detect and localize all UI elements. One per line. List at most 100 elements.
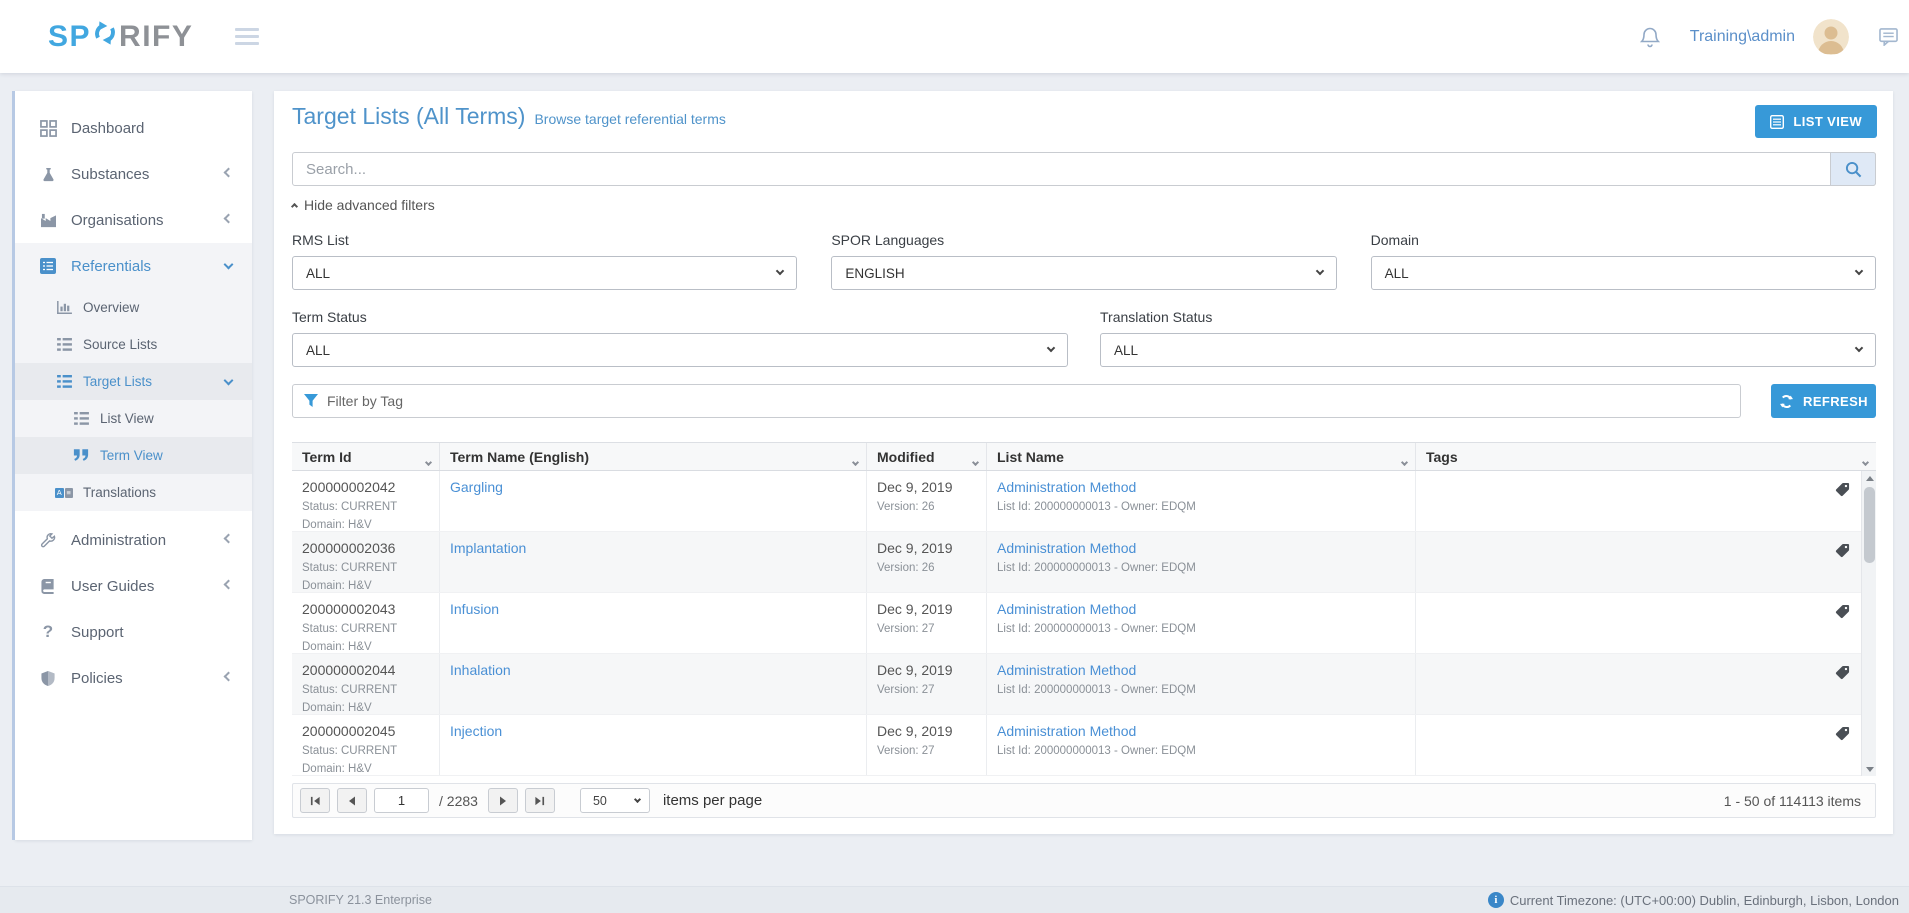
column-menu-icon[interactable] (1863, 452, 1868, 468)
dashboard-grid-icon (37, 120, 59, 137)
notifications-bell-icon[interactable] (1640, 26, 1660, 48)
scroll-up-icon[interactable] (1862, 471, 1877, 485)
term-name-link[interactable]: Implantation (450, 540, 526, 556)
hide-advanced-filters-toggle[interactable]: Hide advanced filters (292, 197, 435, 213)
timezone-label: Current Timezone: (UTC+00:00) Dublin, Ed… (1510, 893, 1899, 908)
filter-by-tag-input[interactable] (292, 384, 1741, 418)
sidebar-label: List View (100, 411, 154, 426)
table-row[interactable]: 200000002045Status: CURRENTDomain: H&V I… (292, 715, 1876, 776)
sidebar-item-term-view[interactable]: Term View (15, 437, 252, 474)
table-row[interactable]: 200000002042Status: CURRENTDomain: H&V G… (292, 471, 1876, 532)
sidebar-item-referentials[interactable]: Referentials (15, 243, 252, 289)
last-page-button[interactable] (525, 788, 555, 813)
spor-languages-select[interactable]: ENGLISH (831, 256, 1336, 290)
term-name-link[interactable]: Inhalation (450, 662, 511, 678)
term-name-link[interactable]: Injection (450, 723, 502, 739)
sidebar-label: Organisations (71, 212, 164, 229)
term-id: 200000002045 (302, 723, 431, 739)
column-menu-icon[interactable] (853, 452, 858, 468)
table-scrollbar[interactable] (1861, 471, 1876, 776)
table-row[interactable]: 200000002044Status: CURRENTDomain: H&V I… (292, 654, 1876, 715)
avatar[interactable] (1813, 19, 1849, 55)
flask-icon (37, 167, 59, 182)
feedback-chat-icon[interactable] (1879, 28, 1898, 46)
chevron-down-icon (224, 260, 234, 270)
sidebar-item-organisations[interactable]: Organisations (15, 197, 252, 243)
tag-icon[interactable] (1835, 665, 1850, 685)
list-icon (55, 338, 73, 351)
table-row[interactable]: 200000002043Status: CURRENTDomain: H&V I… (292, 593, 1876, 654)
chevron-down-icon (1855, 344, 1863, 352)
sidebar-item-list-view[interactable]: List View (15, 400, 252, 437)
domain-label: Domain (1371, 232, 1876, 248)
domain-select[interactable]: ALL (1371, 256, 1876, 290)
list-view-button[interactable]: LIST VIEW (1755, 105, 1877, 138)
sidebar-item-dashboard[interactable]: Dashboard (15, 105, 252, 151)
scrollbar-thumb[interactable] (1864, 487, 1875, 563)
table-row[interactable]: 200000002036Status: CURRENTDomain: H&V I… (292, 532, 1876, 593)
list-name-link[interactable]: Administration Method (997, 662, 1136, 678)
app-logo[interactable]: SP RIFY (48, 20, 193, 54)
logged-in-user[interactable]: Training\admin (1690, 28, 1795, 46)
column-menu-icon[interactable] (426, 452, 431, 468)
term-status: Status: CURRENT (302, 621, 431, 639)
col-term-id: Term Id (302, 449, 352, 465)
hide-advanced-filters-label: Hide advanced filters (304, 197, 435, 213)
modified-date: Dec 9, 2019 (877, 479, 978, 495)
term-domain: Domain: H&V (302, 578, 431, 592)
list-name-link[interactable]: Administration Method (997, 601, 1136, 617)
page-number-input[interactable] (374, 788, 429, 813)
translate-icon (55, 488, 73, 498)
term-status: Status: CURRENT (302, 682, 431, 700)
sidebar-label: Source Lists (83, 337, 157, 352)
sidebar-item-administration[interactable]: Administration (15, 517, 252, 563)
column-menu-icon[interactable] (973, 452, 978, 468)
translation-status-select[interactable]: ALL (1100, 333, 1876, 367)
list-name-link[interactable]: Administration Method (997, 479, 1136, 495)
previous-page-button[interactable] (337, 788, 367, 813)
term-name-link[interactable]: Infusion (450, 601, 499, 617)
filter-funnel-icon (304, 394, 318, 413)
list-name-link[interactable]: Administration Method (997, 540, 1136, 556)
chevron-left-icon (224, 168, 234, 178)
items-per-page-select[interactable]: 50 (580, 788, 650, 813)
chevron-down-icon (1047, 344, 1055, 352)
tag-icon[interactable] (1835, 482, 1850, 502)
domain-value: ALL (1385, 266, 1409, 281)
search-input[interactable] (292, 152, 1876, 186)
tag-icon[interactable] (1835, 726, 1850, 746)
first-page-button[interactable] (300, 788, 330, 813)
column-menu-icon[interactable] (1402, 452, 1407, 468)
sidebar-item-source-lists[interactable]: Source Lists (15, 326, 252, 363)
sidebar-label: Policies (71, 670, 123, 687)
sidebar-item-target-lists[interactable]: Target Lists (15, 363, 252, 400)
list-name-link[interactable]: Administration Method (997, 723, 1136, 739)
sidebar-item-substances[interactable]: Substances (15, 151, 252, 197)
factory-icon (37, 213, 59, 228)
search-button[interactable] (1830, 152, 1876, 186)
list-info: List Id: 200000000013 - Owner: EDQM (997, 499, 1407, 517)
next-page-button[interactable] (488, 788, 518, 813)
sidebar-label: Translations (83, 485, 156, 500)
rms-list-select[interactable]: ALL (292, 256, 797, 290)
sidebar-item-overview[interactable]: Overview (15, 289, 252, 326)
sidebar-item-support[interactable]: Support (15, 609, 252, 655)
refresh-button[interactable]: REFRESH (1771, 384, 1876, 418)
main-content-panel: Target Lists (All Terms) Browse target r… (274, 91, 1893, 834)
list-view-button-label: LIST VIEW (1793, 114, 1862, 129)
term-status-select[interactable]: ALL (292, 333, 1068, 367)
modified-date: Dec 9, 2019 (877, 601, 978, 617)
version: Version: 27 (877, 743, 978, 761)
tag-icon[interactable] (1835, 604, 1850, 624)
scroll-down-icon[interactable] (1862, 762, 1877, 776)
tag-icon[interactable] (1835, 543, 1850, 563)
items-per-page-label: items per page (663, 792, 762, 809)
sidebar-item-user-guides[interactable]: User Guides (15, 563, 252, 609)
total-pages: / 2283 (439, 793, 478, 809)
hamburger-menu-icon[interactable] (235, 24, 259, 49)
bar-chart-icon (55, 301, 73, 314)
term-name-link[interactable]: Gargling (450, 479, 503, 495)
sidebar-item-policies[interactable]: Policies (15, 655, 252, 701)
sidebar-item-translations[interactable]: Translations (15, 474, 252, 511)
question-mark-icon (37, 622, 59, 642)
